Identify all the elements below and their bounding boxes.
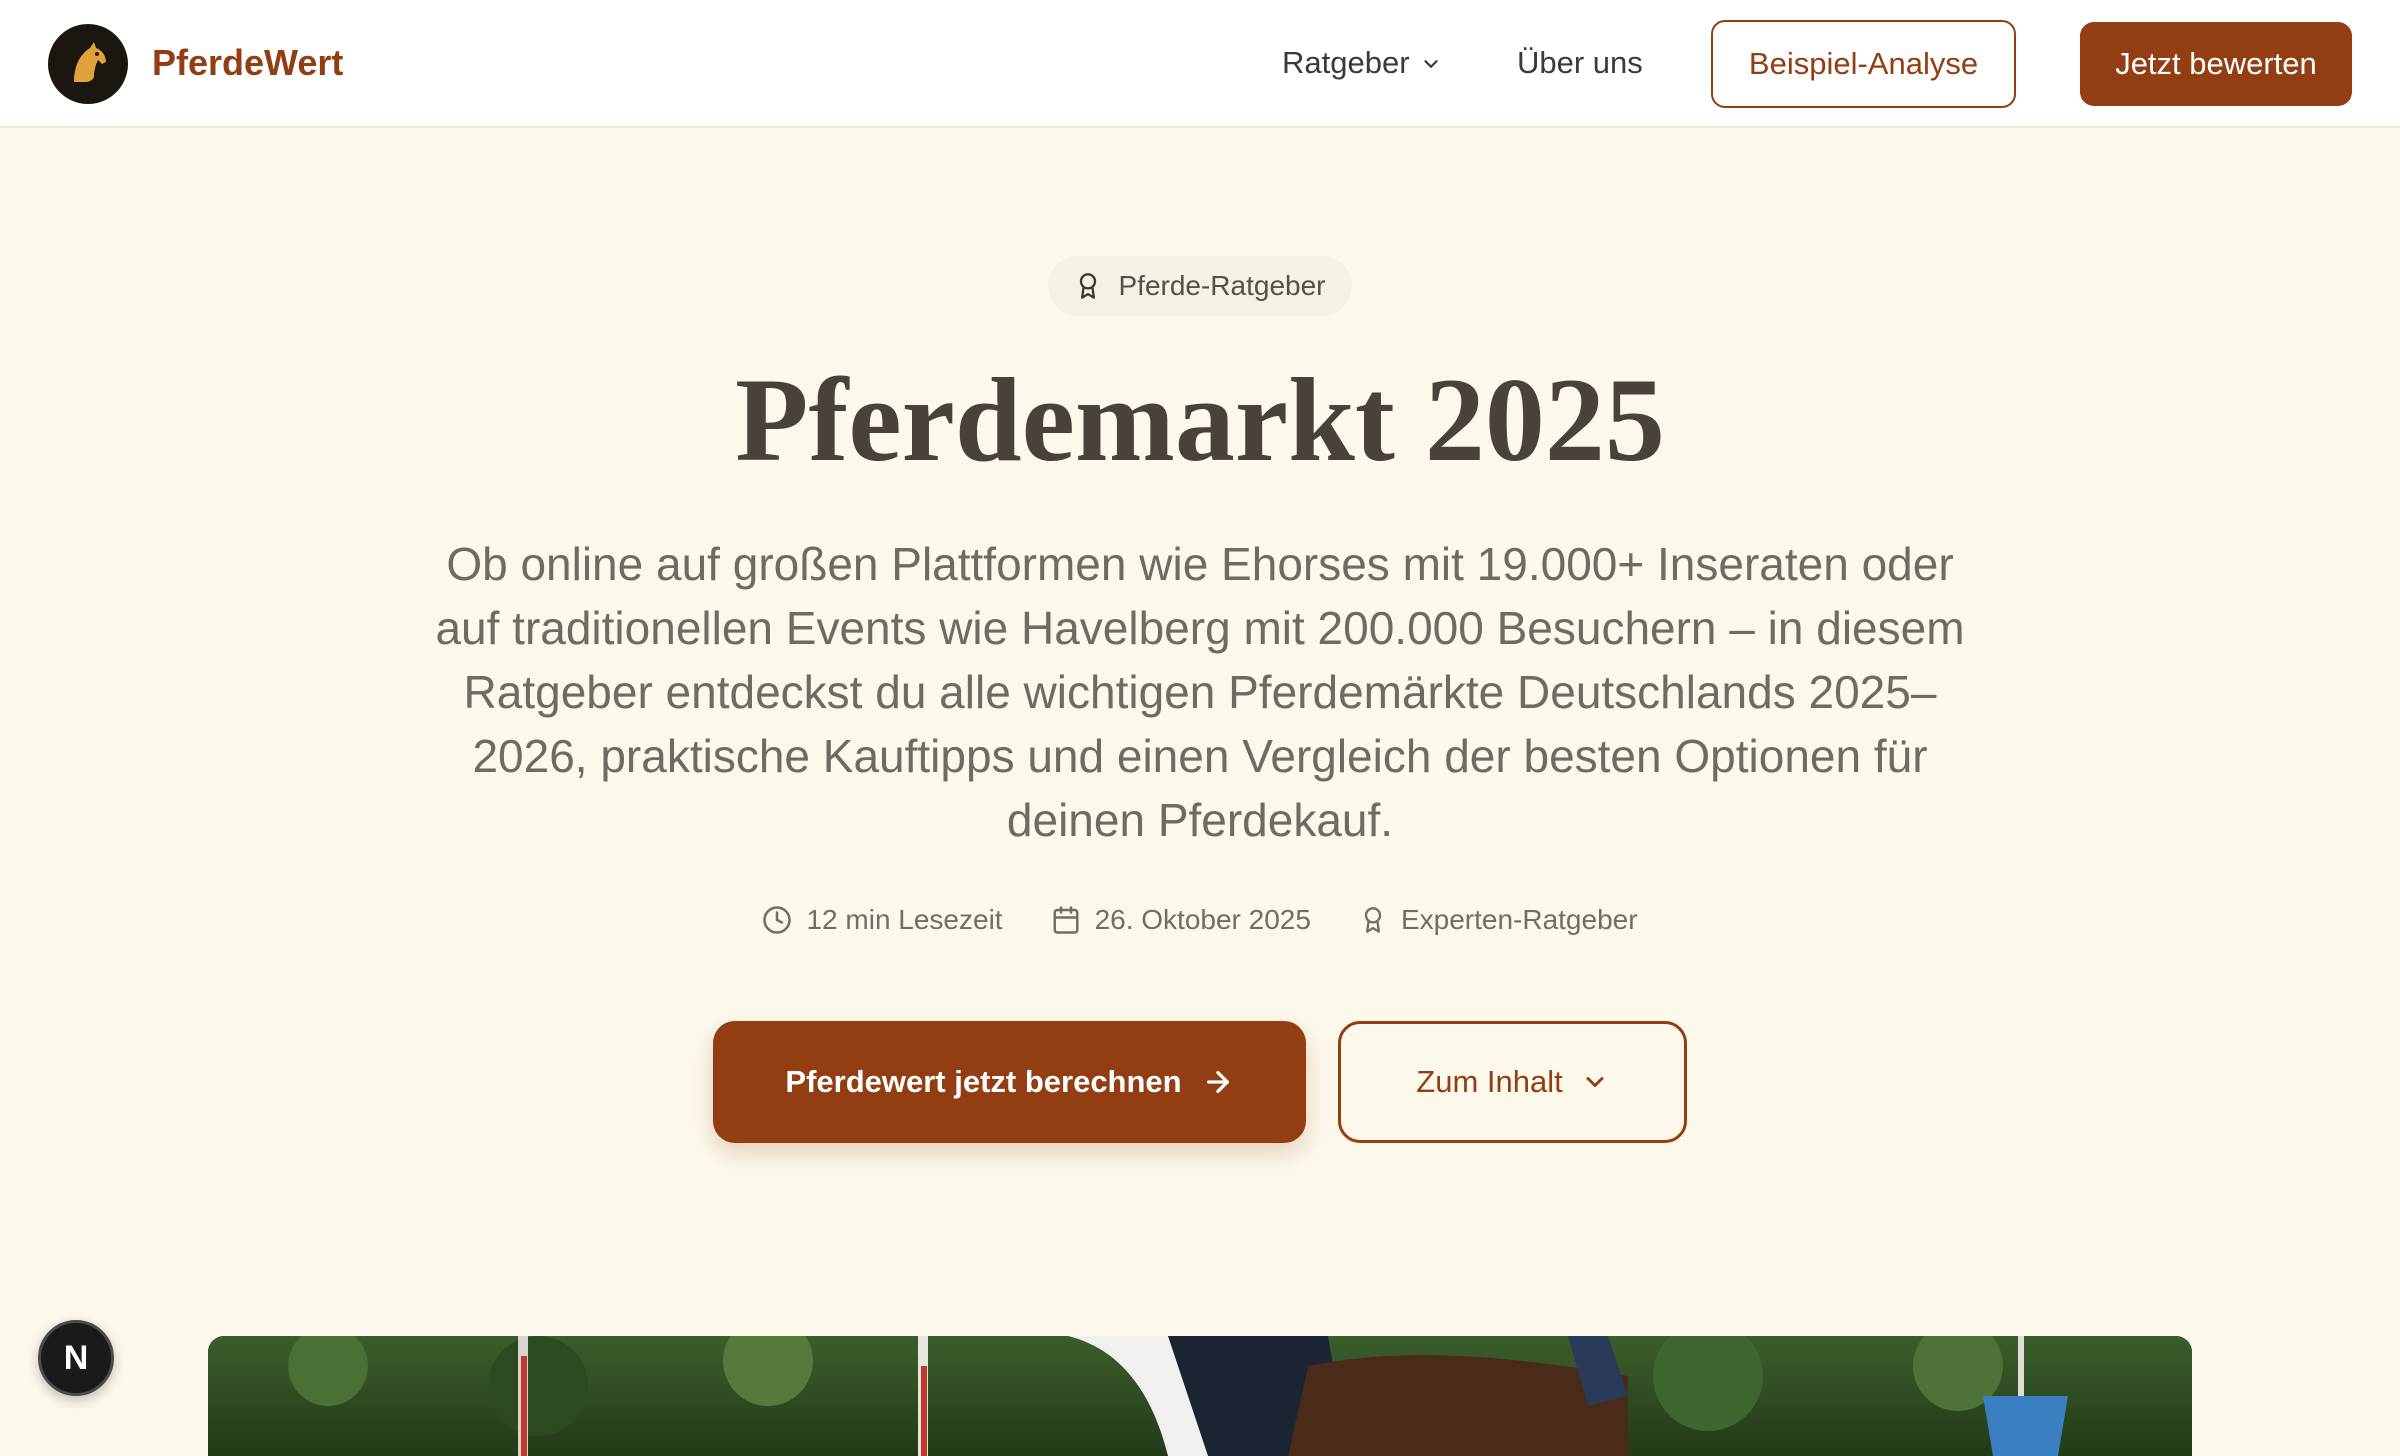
chevron-down-icon	[1586, 1077, 1604, 1087]
publish-date-label: 26. Oktober 2025	[1094, 904, 1311, 935]
award-icon	[1080, 273, 1097, 299]
article-category-label: Experten-Ratgeber	[1400, 904, 1638, 935]
calculate-value-button[interactable]: Pferdewert jetzt berechnen	[713, 1021, 1306, 1143]
publish-date: 26. Oktober 2025	[1051, 904, 1311, 936]
article-meta: 12 min Lesezeit 26. Oktober 2025 Experte…	[0, 898, 2400, 942]
hero-photo-illustration	[208, 1336, 2192, 1456]
nav-about-link[interactable]: Über uns	[1517, 40, 1643, 86]
article-category: Experten-Ratgeber	[1359, 904, 1638, 936]
dev-tools-badge[interactable]: N	[38, 1320, 114, 1396]
logo-horse-icon[interactable]	[48, 24, 128, 104]
brand-name[interactable]: PferdeWert	[152, 40, 343, 86]
clock-icon	[763, 906, 792, 934]
hero-description: Ob online auf großen Plattformen wie Eho…	[435, 538, 1965, 846]
category-badge-label: Pferde-Ratgeber	[1118, 270, 1326, 301]
calendar-icon	[1053, 906, 1079, 934]
page-title: Pferdemarkt 2025	[735, 353, 1665, 486]
reading-time: 12 min Lesezeit	[762, 904, 1003, 936]
award-icon	[1364, 907, 1382, 933]
arrow-right-icon	[1206, 1071, 1229, 1093]
rate-now-button[interactable]: Jetzt bewerten	[2080, 22, 2352, 106]
chevron-down-icon	[1423, 60, 1438, 68]
reading-time-label: 12 min Lesezeit	[806, 904, 1003, 935]
example-analysis-button[interactable]: Beispiel-Analyse	[1711, 20, 2016, 108]
site-header: PferdeWert Ratgeber Über uns Beispiel-An…	[0, 0, 2400, 128]
nav-ratgeber-label: Ratgeber	[1282, 45, 1410, 80]
to-content-button[interactable]: Zum Inhalt	[1338, 1021, 1687, 1143]
category-badge: Pferde-Ratgeber	[1048, 256, 1352, 316]
to-content-label: Zum Inhalt	[1416, 1064, 1563, 1099]
hero-horse-image	[208, 1336, 2192, 1456]
nav-ratgeber-dropdown[interactable]: Ratgeber	[1282, 40, 1442, 86]
calculate-value-label: Pferdewert jetzt berechnen	[785, 1064, 1182, 1099]
